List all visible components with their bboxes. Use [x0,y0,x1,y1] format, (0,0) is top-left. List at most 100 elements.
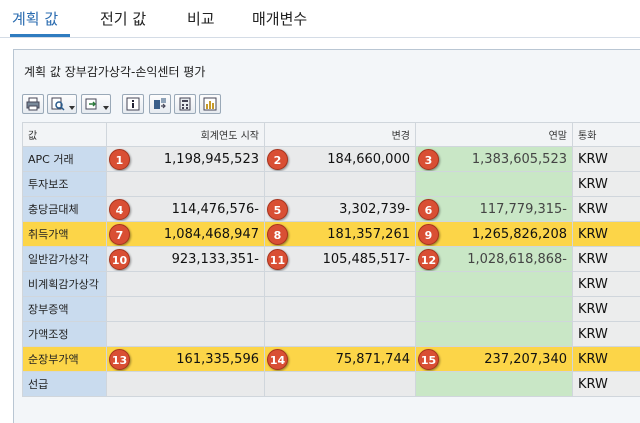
tab-bar: 계획 값 전기 값 비교 매개변수 [0,0,640,38]
tab-comparison[interactable]: 비교 [187,8,215,29]
cell-fiscal-year-start-value: 1,084,468,947 [164,227,259,242]
header-currency[interactable]: 통화 [573,123,640,147]
cell-fiscal-year-start[interactable]: 1 1,198,945,523 [107,147,265,172]
export-button[interactable] [81,94,111,114]
row-label[interactable]: 충당금대체 [23,197,107,222]
cell-change[interactable] [265,372,416,397]
callout-badge: 11 [267,249,288,270]
table-row: 장부증액 KRW [23,297,640,322]
cell-currency[interactable]: KRW [573,172,640,197]
cell-fiscal-year-start[interactable] [107,372,265,397]
cell-currency[interactable]: KRW [573,347,640,372]
active-tab-indicator [10,34,70,37]
layout-button[interactable] [149,94,171,114]
cell-change[interactable] [265,322,416,347]
row-label[interactable]: 가액조정 [23,322,107,347]
cell-currency-value: KRW [578,302,608,317]
cell-change[interactable] [265,172,416,197]
cell-fiscal-year-start[interactable] [107,172,265,197]
callout-badge: 8 [267,224,288,245]
info-button[interactable] [122,94,144,114]
cell-year-end[interactable]: 12 1,028,618,868- [416,247,573,272]
header-year-end[interactable]: 연말 [416,123,573,147]
row-label[interactable]: 투자보조 [23,172,107,197]
cell-year-end-value: 1,028,618,868- [467,252,567,267]
cell-fiscal-year-start-value: 114,476,576- [172,202,259,217]
print-button[interactable] [22,94,44,114]
cell-fiscal-year-start-value: 1,198,945,523 [164,152,259,167]
cell-change-value: 184,660,000 [327,152,410,167]
cell-year-end[interactable] [416,322,573,347]
cell-fiscal-year-start[interactable]: 10923,133,351- [107,247,265,272]
cell-change-value: 3,302,739- [339,202,410,217]
callout-badge: 9 [418,224,439,245]
callout-badge: 1 [109,149,130,170]
calculator-button[interactable] [174,94,196,114]
cell-year-end[interactable]: 6117,779,315- [416,197,573,222]
cell-change[interactable]: 2184,660,000 [265,147,416,172]
cell-change[interactable]: 11105,485,517- [265,247,416,272]
cell-year-end[interactable]: 31,383,605,523 [416,147,573,172]
tab-prior-values[interactable]: 전기 값 [100,8,146,29]
cell-year-end[interactable]: 15237,207,340 [416,347,573,372]
cell-change[interactable]: 1475,871,744 [265,347,416,372]
header-label[interactable]: 값 [23,123,107,147]
cell-currency[interactable]: KRW [573,372,640,397]
callout-badge: 3 [418,149,439,170]
tab-parameters[interactable]: 매개변수 [252,8,307,29]
cell-year-end[interactable] [416,172,573,197]
row-label[interactable]: 선급 [23,372,107,397]
callout-badge: 13 [109,349,130,370]
table-row: 투자보조 KRW [23,172,640,197]
table-row: 충당금대체4 114,476,576- 53,302,739-6117,779,31… [23,197,640,222]
callout-badge: 4 [109,199,130,220]
row-label[interactable]: 비계획감가상각 [23,272,107,297]
cell-currency-value: KRW [578,152,608,167]
chart-button[interactable] [199,94,221,114]
row-label[interactable]: 순장부가액 [23,347,107,372]
preview-button[interactable] [47,94,77,114]
cell-currency-value: KRW [578,177,608,192]
table-row: APC 거래1 1,198,945,523 2184,660,00031,383,6… [23,147,640,172]
row-label[interactable]: 취득가액 [23,222,107,247]
cell-currency[interactable]: KRW [573,247,640,272]
cell-year-end[interactable]: 91,265,826,208 [416,222,573,247]
cell-fiscal-year-start[interactable] [107,297,265,322]
row-label[interactable]: 장부증액 [23,297,107,322]
table-header-row: 값 회계연도 시작 변경 연말 통화 [23,123,640,147]
cell-change[interactable]: 8181,357,261 [265,222,416,247]
header-fiscal-year-start[interactable]: 회계연도 시작 [107,123,265,147]
cell-fiscal-year-start[interactable]: 13161,335,596 [107,347,265,372]
cell-change[interactable] [265,272,416,297]
table-row: 비계획감가상각 KRW [23,272,640,297]
cell-year-end[interactable] [416,272,573,297]
table-row: 선급 KRW [23,372,640,397]
chevron-down-icon [103,106,109,110]
header-change[interactable]: 변경 [265,123,416,147]
cell-year-end[interactable] [416,372,573,397]
valuation-table: 값 회계연도 시작 변경 연말 통화 APC 거래1 1,198,945,523 2… [22,122,640,397]
cell-currency-value: KRW [578,227,608,242]
cell-fiscal-year-start-value: 923,133,351- [172,252,259,267]
cell-year-end-value: 237,207,340 [484,352,567,367]
row-label-value: 취득가액 [28,228,68,241]
cell-fiscal-year-start[interactable] [107,322,265,347]
cell-fiscal-year-start[interactable]: 7 1,084,468,947 [107,222,265,247]
callout-badge: 7 [109,224,130,245]
callout-badge: 12 [418,249,439,270]
tab-plan-values[interactable]: 계획 값 [12,8,58,29]
cell-year-end[interactable] [416,297,573,322]
row-label[interactable]: APC 거래 [23,147,107,172]
cell-currency[interactable]: KRW [573,297,640,322]
cell-change[interactable] [265,297,416,322]
cell-currency[interactable]: KRW [573,222,640,247]
row-label[interactable]: 일반감가상각 [23,247,107,272]
cell-currency[interactable]: KRW [573,322,640,347]
cell-currency[interactable]: KRW [573,272,640,297]
cell-change[interactable]: 53,302,739- [265,197,416,222]
cell-currency[interactable]: KRW [573,147,640,172]
cell-currency[interactable]: KRW [573,197,640,222]
cell-fiscal-year-start[interactable]: 4 114,476,576- [107,197,265,222]
cell-fiscal-year-start[interactable] [107,272,265,297]
cell-currency-value: KRW [578,252,608,267]
